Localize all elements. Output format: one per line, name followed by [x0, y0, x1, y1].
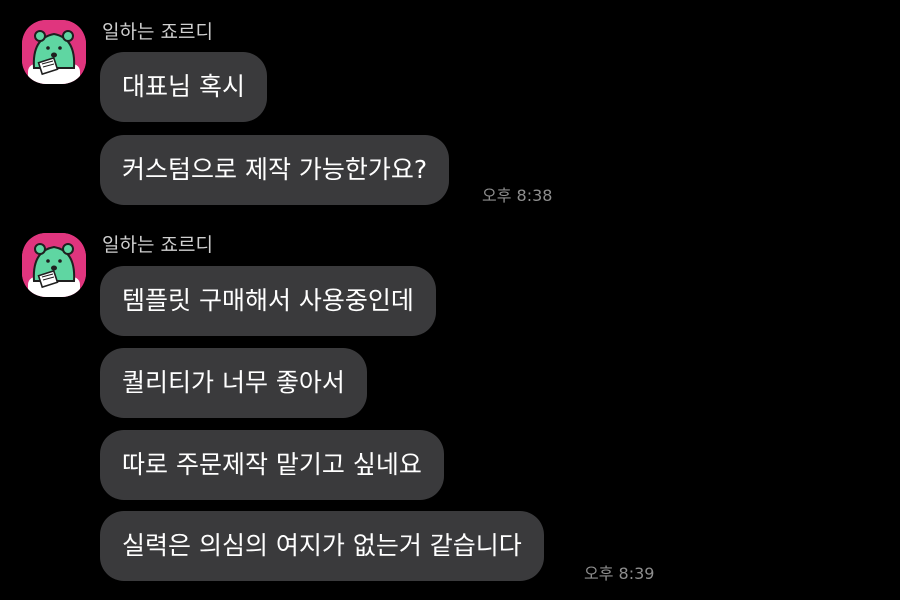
- sender-name: 일하는 죠르디: [102, 234, 213, 256]
- message-timestamp: 오후 8:39: [584, 564, 655, 583]
- jordy-character-avatar-icon: [22, 20, 86, 84]
- message-bubble[interactable]: 퀄리티가 너무 좋아서: [100, 348, 367, 418]
- message-bubble[interactable]: 템플릿 구매해서 사용중인데: [100, 266, 436, 336]
- jordy-character-avatar-icon: [22, 233, 86, 297]
- avatar[interactable]: [22, 233, 86, 297]
- message-bubble[interactable]: 실력은 의심의 여지가 없는거 같습니다: [100, 511, 544, 581]
- message-bubble[interactable]: 대표님 혹시: [100, 52, 267, 122]
- sender-name: 일하는 죠르디: [102, 21, 213, 43]
- message-bubble[interactable]: 따로 주문제작 맡기고 싶네요: [100, 430, 444, 500]
- message-timestamp: 오후 8:38: [482, 186, 553, 205]
- avatar[interactable]: [22, 20, 86, 84]
- message-bubble[interactable]: 커스텀으로 제작 가능한가요?: [100, 135, 450, 205]
